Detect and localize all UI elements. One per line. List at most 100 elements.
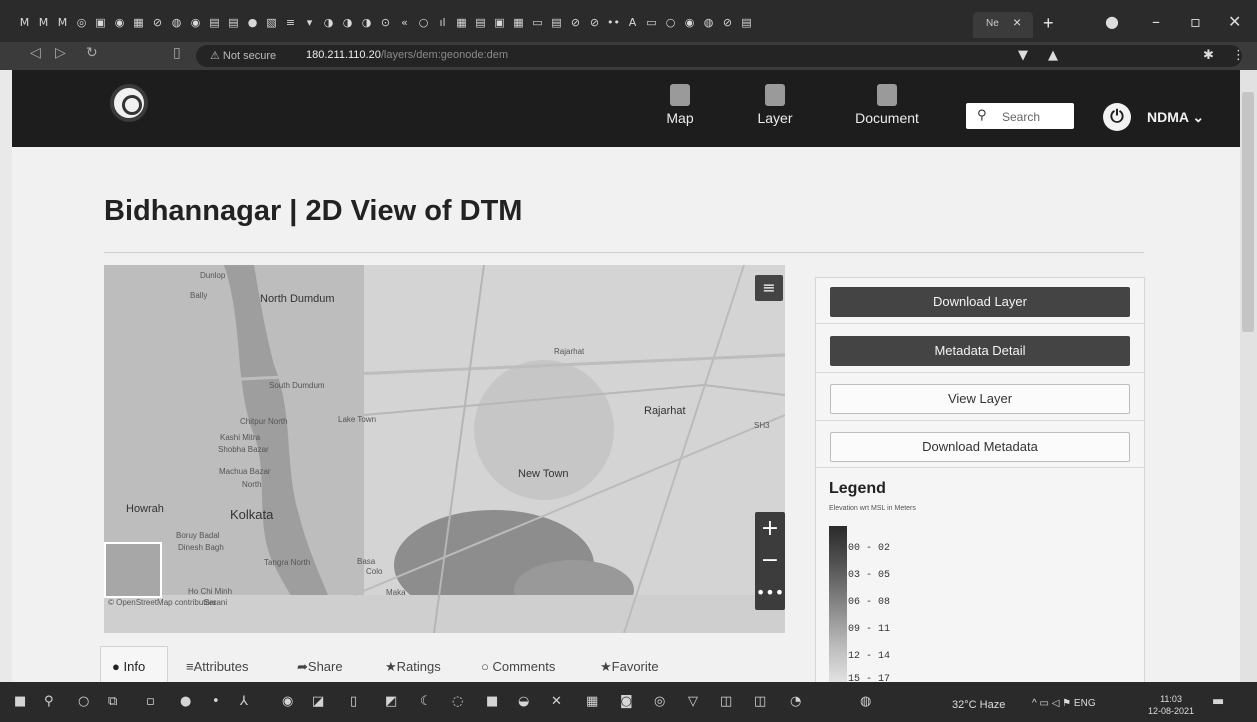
tab-icon[interactable]: ◑ <box>341 16 354 29</box>
search-icon[interactable]: ⚲ <box>44 694 54 709</box>
start-icon[interactable]: ■ <box>14 694 26 709</box>
profile-icon[interactable]: ● <box>1105 12 1119 31</box>
tab-icon[interactable]: ⊘ <box>588 16 601 29</box>
task-view-icon[interactable]: ⧉ <box>108 694 117 709</box>
tab-icon[interactable]: •• <box>607 16 620 29</box>
minimize-button[interactable]: – <box>1152 12 1160 31</box>
tab-icon[interactable]: ▤ <box>740 16 753 29</box>
more-options-button[interactable]: ••• <box>755 578 785 608</box>
tab-icon[interactable]: A <box>626 16 639 29</box>
tab-icon[interactable]: ▤ <box>474 16 487 29</box>
app-icon[interactable]: ◩ <box>385 694 397 709</box>
app-icon[interactable]: ■ <box>486 694 498 709</box>
taskbar-clock[interactable]: 11:03 12-08-2021 <box>1148 693 1194 717</box>
nav-document[interactable]: Document <box>848 84 926 126</box>
window-close-button[interactable]: ✕ <box>1228 12 1241 31</box>
power-icon[interactable]: ⏻ <box>1103 103 1131 131</box>
app-icon[interactable]: ▽ <box>688 694 698 709</box>
tab-icon[interactable]: ▣ <box>94 16 107 29</box>
tab-icon[interactable]: ▣ <box>493 16 506 29</box>
app-icon[interactable]: ● <box>180 694 191 709</box>
tab-icon[interactable]: ⊙ <box>379 16 392 29</box>
tab-icon[interactable]: ◑ <box>360 16 373 29</box>
scrollbar-thumb[interactable] <box>1242 92 1254 332</box>
zoom-in-button[interactable]: + <box>755 514 785 544</box>
app-icon[interactable]: ▦ <box>586 694 598 709</box>
new-tab-button[interactable]: + <box>1043 13 1054 34</box>
tab-icon[interactable]: ▤ <box>208 16 221 29</box>
app-icon[interactable]: ◪ <box>312 694 324 709</box>
tab-icon[interactable]: ▾ <box>303 16 316 29</box>
user-menu[interactable]: NDMA ⌄ <box>1147 109 1204 126</box>
gmail-tab-icon[interactable]: M <box>18 16 31 29</box>
system-tray[interactable]: ^ ▭ ◁ ⚑ ENG <box>1032 698 1096 709</box>
app-icon[interactable]: ☾ <box>420 694 432 709</box>
tab-icon[interactable]: ○ <box>417 16 430 29</box>
tab-icon[interactable]: ⊘ <box>569 16 582 29</box>
tab-icon[interactable]: ◍ <box>702 16 715 29</box>
app-icon[interactable]: ◫ <box>754 694 766 709</box>
app-icon[interactable]: ◌ <box>452 694 463 709</box>
bookmark-icon[interactable]: ▯ <box>173 45 181 61</box>
layer-map[interactable]: Dunlop Bally North Dumdum Rajarhat Rajar… <box>104 265 785 633</box>
security-indicator[interactable]: ⚠ Not secure <box>210 49 276 62</box>
weather-widget[interactable]: 32°C Haze <box>952 699 1005 711</box>
tab-favorite[interactable]: ★Favorite <box>600 659 659 675</box>
chrome-icon[interactable]: ◉ <box>282 694 293 709</box>
reload-button[interactable]: ↻ <box>86 45 98 61</box>
tab-icon[interactable]: ▦ <box>455 16 468 29</box>
shield-extension-icon[interactable]: ▼ <box>1018 48 1028 63</box>
menu-icon[interactable]: ⋮ <box>1232 48 1245 63</box>
app-icon[interactable]: ◎ <box>654 694 665 709</box>
view-layer-button[interactable]: View Layer <box>830 384 1130 414</box>
tab-attributes[interactable]: ≡Attributes <box>186 659 249 674</box>
tab-icon[interactable]: ▧ <box>265 16 278 29</box>
app-icon[interactable]: ◔ <box>790 694 801 709</box>
url-text[interactable]: 180.211.110.20/layers/dem:geonode:dem <box>306 49 508 61</box>
tab-ratings[interactable]: ★Ratings <box>385 659 441 675</box>
app-icon[interactable]: ▫ <box>146 694 155 709</box>
layer-switcher-button[interactable]: ≡ <box>755 275 783 301</box>
app-icon[interactable]: • <box>212 694 220 709</box>
gmail-tab-icon[interactable]: M <box>37 16 50 29</box>
zoom-out-button[interactable]: − <box>755 546 785 576</box>
cortana-icon[interactable]: ○ <box>78 694 89 709</box>
tab-icon[interactable]: ▤ <box>550 16 563 29</box>
app-icon[interactable]: ◒ <box>518 694 529 709</box>
tab-icon[interactable]: ≡ <box>284 16 297 29</box>
nav-layer[interactable]: Layer <box>739 84 811 126</box>
extensions-icon[interactable]: ✱ <box>1203 48 1214 63</box>
triangle-extension-icon[interactable]: ▲ <box>1048 48 1058 63</box>
tab-icon[interactable]: ◑ <box>322 16 335 29</box>
tab-icon[interactable]: ○ <box>664 16 677 29</box>
download-layer-button[interactable]: Download Layer <box>830 287 1130 317</box>
tab-icon[interactable]: ◉ <box>189 16 202 29</box>
metadata-detail-button[interactable]: Metadata Detail <box>830 336 1130 366</box>
forward-button[interactable]: ▷ <box>55 45 66 61</box>
tab-icon[interactable]: ▭ <box>531 16 544 29</box>
tab-icon[interactable]: ◉ <box>113 16 126 29</box>
tab-icon[interactable]: ● <box>246 16 259 29</box>
app-icon[interactable]: ◫ <box>720 694 732 709</box>
app-icon[interactable]: ✕ <box>551 694 562 709</box>
download-metadata-button[interactable]: Download Metadata <box>830 432 1130 462</box>
app-icon[interactable]: ▯ <box>350 694 357 709</box>
tab-icon[interactable]: ⊘ <box>721 16 734 29</box>
active-tab[interactable] <box>973 12 1033 38</box>
tab-icon[interactable]: ▭ <box>645 16 658 29</box>
nav-map[interactable]: Map <box>644 84 716 126</box>
tab-icon[interactable]: « <box>398 16 411 29</box>
tab-icon[interactable]: ▤ <box>227 16 240 29</box>
app-icon[interactable]: ◍ <box>860 694 871 709</box>
tab-icon[interactable]: ◎ <box>75 16 88 29</box>
tab-icon[interactable]: ◍ <box>170 16 183 29</box>
tab-icon[interactable]: ⊘ <box>151 16 164 29</box>
notifications-icon[interactable]: ▬ <box>1212 694 1224 709</box>
tab-share[interactable]: ➦Share <box>297 659 343 675</box>
tab-icon[interactable]: ◉ <box>683 16 696 29</box>
pdf-icon[interactable]: ⅄ <box>240 694 248 709</box>
tab-comments[interactable]: ○ Comments <box>481 659 555 674</box>
tab-info[interactable]: ● Info <box>112 659 145 674</box>
close-tab-icon[interactable]: × <box>1013 14 1021 30</box>
gmail-tab-icon[interactable]: M <box>56 16 69 29</box>
